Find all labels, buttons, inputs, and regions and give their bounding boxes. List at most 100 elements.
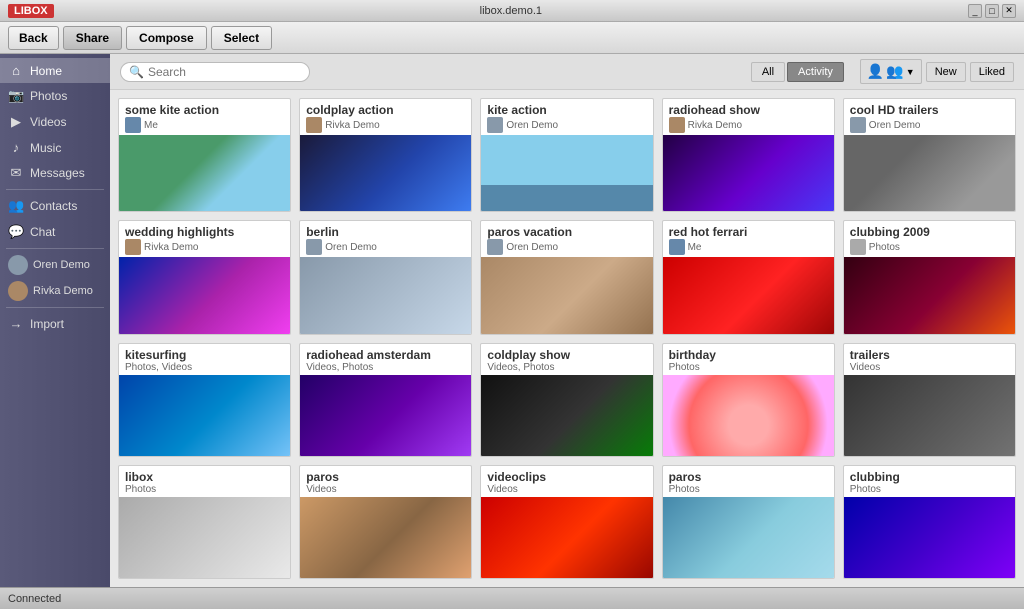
owner-thumb bbox=[306, 239, 322, 255]
album-owner: Rivka Demo bbox=[125, 239, 284, 255]
sidebar-item-photos[interactable]: 📷 Photos bbox=[0, 83, 110, 109]
album-card[interactable]: clubbingPhotos bbox=[843, 465, 1016, 579]
album-card[interactable]: coldplay showVideos, PhotosNov 2, 20086 bbox=[480, 343, 653, 457]
album-card[interactable]: wedding highlightsRivka DemoFeb 16, 2009… bbox=[118, 220, 291, 334]
sidebar-label-photos: Photos bbox=[30, 89, 67, 103]
album-card[interactable]: berlinOren DemoFeb 16, 200918 bbox=[299, 220, 472, 334]
owner-name: Oren Demo bbox=[869, 120, 921, 131]
sidebar-item-videos[interactable]: ▶ Videos bbox=[0, 109, 110, 135]
album-title: trailers bbox=[850, 348, 1009, 362]
owner-name: Oren Demo bbox=[506, 120, 558, 131]
album-card[interactable]: parosVideos bbox=[299, 465, 472, 579]
album-card[interactable]: radiohead amsterdamVideos, PhotosFeb 13,… bbox=[299, 343, 472, 457]
people-filter-button[interactable]: 👤 👥 ▼ bbox=[860, 59, 922, 84]
album-title: videoclips bbox=[487, 470, 646, 484]
album-owner: Rivka Demo bbox=[306, 117, 465, 133]
album-card[interactable]: trailersVideosJun 23, 20082 bbox=[843, 343, 1016, 457]
person-icon: 👤 bbox=[867, 63, 884, 80]
username-rivka: Rivka Demo bbox=[33, 285, 93, 297]
sidebar: ⌂ Home 📷 Photos ▶ Videos ♪ Music ✉ Messa… bbox=[0, 54, 110, 587]
import-icon: → bbox=[8, 316, 24, 331]
album-card[interactable]: red hot ferrariMeShare · Like14 bbox=[662, 220, 835, 334]
album-title: cool HD trailers bbox=[850, 103, 1009, 117]
album-card[interactable]: clubbing 2009PhotosFeb 13, 20098 bbox=[843, 220, 1016, 334]
back-button[interactable]: Back bbox=[8, 26, 59, 50]
owner-thumb bbox=[850, 239, 866, 255]
share-button[interactable]: Share bbox=[63, 26, 122, 50]
chat-icon: 💬 bbox=[8, 224, 24, 240]
sidebar-label-music: Music bbox=[30, 141, 61, 155]
album-title: coldplay action bbox=[306, 103, 465, 117]
album-card[interactable]: some kite actionMeOct 20, 200918 bbox=[118, 98, 291, 212]
owner-name: Oren Demo bbox=[325, 242, 377, 253]
sidebar-divider bbox=[6, 189, 104, 190]
compose-button[interactable]: Compose bbox=[126, 26, 207, 50]
album-title: coldplay show bbox=[487, 348, 646, 362]
album-subtitle: Photos bbox=[669, 362, 828, 373]
album-card[interactable]: cool HD trailersOren DemoFeb 16, 20092 bbox=[843, 98, 1016, 212]
album-owner: Oren Demo bbox=[850, 117, 1009, 133]
album-thumbnail bbox=[300, 375, 471, 457]
album-thumbnail bbox=[663, 375, 834, 457]
album-owner: Oren Demo bbox=[487, 239, 646, 255]
user-item-rivka[interactable]: Rivka Demo bbox=[0, 278, 110, 304]
window-controls: _ □ ✕ bbox=[968, 4, 1016, 18]
album-subtitle: Videos bbox=[306, 484, 465, 495]
album-card[interactable]: liboxPhotos bbox=[118, 465, 291, 579]
close-button[interactable]: ✕ bbox=[1002, 4, 1016, 18]
album-subtitle: Photos bbox=[850, 484, 1009, 495]
filter-activity-button[interactable]: Activity bbox=[787, 62, 844, 82]
sidebar-label-home: Home bbox=[30, 64, 62, 78]
album-card[interactable]: birthdayPhotosSep 24, 20081 bbox=[662, 343, 835, 457]
album-title: libox bbox=[125, 470, 284, 484]
owner-thumb bbox=[487, 117, 503, 133]
sort-liked-button[interactable]: Liked bbox=[970, 62, 1014, 82]
album-card[interactable]: parosPhotos bbox=[662, 465, 835, 579]
user-item-oren[interactable]: Oren Demo bbox=[0, 252, 110, 278]
owner-name: Oren Demo bbox=[506, 242, 558, 253]
select-button[interactable]: Select bbox=[211, 26, 272, 50]
owner-name: Photos bbox=[869, 242, 900, 253]
owner-name: Me bbox=[144, 120, 158, 131]
album-card[interactable]: kitesurfingPhotos, VideosFeb 13, 200918 bbox=[118, 343, 291, 457]
album-thumbnail bbox=[481, 135, 652, 212]
filter-all-button[interactable]: All bbox=[751, 62, 785, 82]
videos-icon: ▶ bbox=[8, 114, 24, 130]
owner-thumb bbox=[669, 117, 685, 133]
sidebar-item-home[interactable]: ⌂ Home bbox=[0, 58, 110, 83]
album-thumbnail bbox=[663, 135, 834, 212]
owner-thumb bbox=[850, 117, 866, 133]
album-thumbnail bbox=[844, 497, 1015, 579]
album-owner: Me bbox=[125, 117, 284, 133]
album-title: radiohead amsterdam bbox=[306, 348, 465, 362]
album-card[interactable]: videoclipsVideos bbox=[480, 465, 653, 579]
status-text: Connected bbox=[8, 593, 61, 605]
album-thumbnail bbox=[481, 257, 652, 334]
sidebar-label-import: Import bbox=[30, 317, 64, 331]
album-thumbnail bbox=[300, 135, 471, 212]
album-subtitle: Videos, Photos bbox=[487, 362, 646, 373]
sidebar-label-videos: Videos bbox=[30, 115, 66, 129]
sort-new-button[interactable]: New bbox=[926, 62, 966, 82]
maximize-button[interactable]: □ bbox=[985, 4, 999, 18]
search-box: 🔍 bbox=[120, 62, 310, 82]
album-card[interactable]: kite actionOren DemoFeb 16, 200917 bbox=[480, 98, 653, 212]
search-input[interactable] bbox=[148, 65, 298, 79]
album-title: red hot ferrari bbox=[669, 225, 828, 239]
content-toolbar: 🔍 All Activity 👤 👥 ▼ New Liked bbox=[110, 54, 1024, 90]
album-thumbnail bbox=[300, 257, 471, 334]
album-card[interactable]: coldplay actionRivka DemoJul 14, 200919 bbox=[299, 98, 472, 212]
sidebar-item-contacts[interactable]: 👥 Contacts bbox=[0, 193, 110, 219]
minimize-button[interactable]: _ bbox=[968, 4, 982, 18]
sidebar-item-music[interactable]: ♪ Music bbox=[0, 135, 110, 160]
sidebar-divider3 bbox=[6, 307, 104, 308]
album-thumbnail bbox=[119, 375, 290, 457]
sidebar-item-messages[interactable]: ✉ Messages bbox=[0, 160, 110, 186]
album-owner: Photos bbox=[850, 239, 1009, 255]
sidebar-item-import[interactable]: → Import bbox=[0, 311, 110, 336]
owner-name: Rivka Demo bbox=[325, 120, 379, 131]
album-card[interactable]: paros vacationOren DemoFeb 16, 200925 bbox=[480, 220, 653, 334]
sidebar-item-chat[interactable]: 💬 Chat bbox=[0, 219, 110, 245]
content-area: 🔍 All Activity 👤 👥 ▼ New Liked some kite… bbox=[110, 54, 1024, 587]
album-card[interactable]: radiohead showRivka DemoFeb 16, 200913 bbox=[662, 98, 835, 212]
